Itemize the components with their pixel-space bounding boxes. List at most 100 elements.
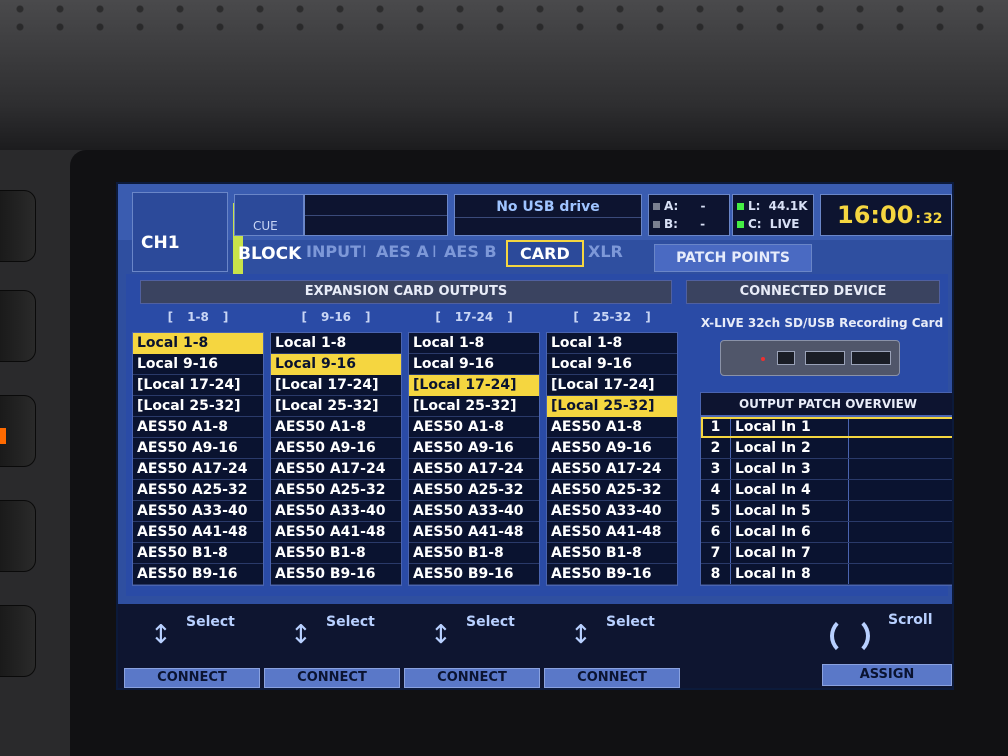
output-number: 2 [701, 438, 731, 458]
source-option[interactable]: AES50 A17-24 [133, 459, 263, 480]
source-option[interactable]: AES50 B9-16 [133, 564, 263, 585]
source-option[interactable]: [Local 17-24] [409, 375, 539, 396]
source-option[interactable]: Local 9-16 [271, 354, 401, 375]
output-number: 7 [701, 543, 731, 563]
source-option[interactable]: AES50 B9-16 [409, 564, 539, 585]
tab-patch-points[interactable]: PATCH POINTS [654, 244, 812, 272]
output-source: Local In 1 [731, 417, 849, 437]
source-option[interactable]: AES50 A41-48 [271, 522, 401, 543]
source-option[interactable]: AES50 B1-8 [271, 543, 401, 564]
overview-row[interactable]: 8 Local In 8 [701, 564, 952, 585]
source-option[interactable]: AES50 A41-48 [409, 522, 539, 543]
source-option[interactable]: [Local 17-24] [133, 375, 263, 396]
source-option[interactable]: AES50 A33-40 [547, 501, 677, 522]
output-source: Local In 7 [731, 543, 849, 563]
tab-block[interactable]: BLOCK [238, 244, 301, 264]
source-option[interactable]: AES50 A25-32 [271, 480, 401, 501]
expansion-outputs-header: EXPANSION CARD OUTPUTS [140, 280, 672, 304]
channel-display[interactable]: CH1 [132, 192, 243, 279]
source-option[interactable]: AES50 B1-8 [133, 543, 263, 564]
overview-row[interactable]: 2 Local In 2 [701, 438, 952, 459]
side-hardware-button[interactable] [0, 605, 36, 677]
output-number: 6 [701, 522, 731, 542]
source-option[interactable]: Local 1-8 [133, 333, 263, 354]
source-option[interactable]: AES50 A25-32 [547, 480, 677, 501]
output-source: Local In 3 [731, 459, 849, 479]
source-option[interactable]: [Local 25-32] [271, 396, 401, 417]
tab-xlr[interactable]: XLR [588, 242, 623, 261]
output-block-column: Local 1-8 Local 9-16 [Local 17-24] [Local 2… [270, 332, 402, 586]
tab-aes-a[interactable]: AES A [376, 242, 429, 261]
overview-row[interactable]: 4 Local In 4 [701, 480, 952, 501]
source-option[interactable]: AES50 A1-8 [547, 417, 677, 438]
select-label: Select [326, 614, 375, 630]
source-option[interactable]: [Local 25-32] [547, 396, 677, 417]
source-option[interactable]: [Local 25-32] [133, 396, 263, 417]
connect-button[interactable]: CONNECT [124, 668, 260, 688]
source-option[interactable]: AES50 A1-8 [409, 417, 539, 438]
source-option[interactable]: AES50 A33-40 [409, 501, 539, 522]
source-option[interactable]: AES50 A25-32 [409, 480, 539, 501]
encoder-group: ↕ Select CONNECT [544, 604, 684, 688]
output-source: Local In 2 [731, 438, 849, 458]
source-option[interactable]: Local 1-8 [271, 333, 401, 354]
source-option[interactable]: AES50 B1-8 [409, 543, 539, 564]
aes-a-status: A: - [653, 199, 705, 213]
source-option[interactable]: AES50 A1-8 [133, 417, 263, 438]
source-option[interactable]: [Local 17-24] [547, 375, 677, 396]
tab-input[interactable]: INPUT [306, 242, 361, 261]
side-hardware-button[interactable] [0, 500, 36, 572]
source-option[interactable]: AES50 A9-16 [271, 438, 401, 459]
green-status-icon [737, 221, 744, 228]
output-number: 3 [701, 459, 731, 479]
source-option[interactable]: AES50 A41-48 [547, 522, 677, 543]
source-option[interactable]: AES50 A41-48 [133, 522, 263, 543]
source-option[interactable]: AES50 A17-24 [409, 459, 539, 480]
cue-label: CUE [253, 219, 278, 233]
card-led-icon [761, 357, 765, 361]
overview-row[interactable]: 7 Local In 7 [701, 543, 952, 564]
source-option[interactable]: AES50 A17-24 [271, 459, 401, 480]
source-option[interactable]: AES50 A1-8 [271, 417, 401, 438]
source-option[interactable]: [Local 17-24] [271, 375, 401, 396]
connect-button[interactable]: CONNECT [544, 668, 680, 688]
source-option[interactable]: AES50 A9-16 [409, 438, 539, 459]
tab-card[interactable]: CARD [506, 240, 584, 267]
column-range-header: 9-16 [270, 310, 402, 324]
side-hardware-button[interactable] [0, 290, 36, 362]
source-option[interactable]: Local 9-16 [547, 354, 677, 375]
source-option[interactable]: Local 9-16 [409, 354, 539, 375]
overview-row[interactable]: 6 Local In 6 [701, 522, 952, 543]
channel-label: CH1 [141, 233, 180, 253]
sample-rate-status: L: 44.1K [737, 199, 808, 213]
source-option[interactable]: Local 9-16 [133, 354, 263, 375]
source-option[interactable]: Local 1-8 [547, 333, 677, 354]
tab-aes-b[interactable]: AES B [444, 242, 497, 261]
overview-row[interactable]: 1 Local In 1 [701, 417, 952, 438]
aes-status-box: A: - B: - [648, 194, 730, 236]
output-block-column: Local 1-8 Local 9-16 [Local 17-24] [Local 2… [408, 332, 540, 586]
source-option[interactable]: AES50 A9-16 [547, 438, 677, 459]
source-option[interactable]: [Local 25-32] [409, 396, 539, 417]
encoder-group: ↕ Select CONNECT [264, 604, 404, 688]
scroll-knob-icon [830, 616, 870, 656]
source-option[interactable]: AES50 A25-32 [133, 480, 263, 501]
output-patch-overview-table[interactable]: 1 Local In 1 2 Local In 2 3 Local In 3 4 Local … [700, 416, 952, 586]
source-option[interactable]: AES50 B9-16 [547, 564, 677, 585]
source-option[interactable]: AES50 B1-8 [547, 543, 677, 564]
side-hardware-button[interactable] [0, 190, 36, 262]
source-option[interactable]: AES50 A33-40 [271, 501, 401, 522]
source-option[interactable]: Local 1-8 [409, 333, 539, 354]
connect-button[interactable]: CONNECT [264, 668, 400, 688]
overview-row[interactable]: 5 Local In 5 [701, 501, 952, 522]
source-option[interactable]: AES50 A9-16 [133, 438, 263, 459]
connect-button[interactable]: CONNECT [404, 668, 540, 688]
output-block-column: Local 1-8 Local 9-16 [Local 17-24] [Local 2… [132, 332, 264, 586]
source-option[interactable]: AES50 A17-24 [547, 459, 677, 480]
encoder-group: ↕ Select CONNECT [404, 604, 544, 688]
assign-button[interactable]: ASSIGN [822, 664, 952, 686]
source-option[interactable]: AES50 A33-40 [133, 501, 263, 522]
source-option[interactable]: AES50 B9-16 [271, 564, 401, 585]
output-patch-overview-header: OUTPUT PATCH OVERVIEW [700, 392, 952, 416]
overview-row[interactable]: 3 Local In 3 [701, 459, 952, 480]
